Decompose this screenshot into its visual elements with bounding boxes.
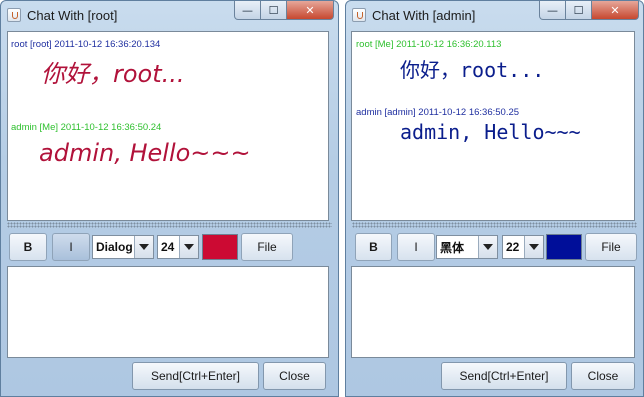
close-button[interactable]: Close [263,362,326,390]
maximize-icon: ☐ [268,3,279,17]
color-swatch-button[interactable] [546,234,582,260]
send-button[interactable]: Send[Ctrl+Enter] [132,362,259,390]
close-icon: ✕ [305,3,315,17]
message-text: admin, Hello~~~ [400,120,581,144]
minimize-button[interactable]: — [539,1,566,20]
message-input[interactable] [351,266,635,358]
chevron-down-icon [478,236,497,258]
minimize-icon: — [547,3,558,17]
window-controls: — ☐ ✕ [234,1,334,20]
window-title: Chat With [root] [27,8,118,23]
chat-window-admin: Chat With [admin] — ☐ ✕ root [Me] 2011-1… [345,0,644,397]
italic-button[interactable]: I [52,233,90,261]
maximize-button[interactable]: ☐ [566,1,592,20]
message-meta: admin [admin] 2011-10-12 16:36:50.25 [356,107,520,118]
message-text: 你好，root... [41,60,185,88]
font-size-value: 22 [506,240,520,254]
java-cup-icon [352,8,366,22]
close-window-button[interactable]: ✕ [287,1,334,20]
message-meta: admin [Me] 2011-10-12 16:36:50.24 [11,122,162,133]
message-text: admin, Hello~~~ [39,139,251,167]
message-meta: root [Me] 2011-10-12 16:36:20.113 [356,39,502,50]
chat-window-root: Chat With [root] — ☐ ✕ root [root] 2011-… [0,0,339,397]
send-button[interactable]: Send[Ctrl+Enter] [441,362,567,390]
format-toolbar: B I Dialog 24 File [7,230,332,265]
maximize-icon: ☐ [573,3,584,17]
minimize-button[interactable]: — [234,1,261,20]
chevron-down-icon [134,236,153,258]
message-meta: root [root] 2011-10-12 16:36:20.134 [11,39,161,50]
close-button[interactable]: Close [571,362,635,390]
window-title: Chat With [admin] [372,8,476,23]
font-family-value: Dialog [96,240,133,254]
close-window-button[interactable]: ✕ [592,1,639,20]
format-toolbar: B I 黑体 22 File [352,230,637,265]
italic-button[interactable]: I [397,233,435,261]
split-pane-divider[interactable] [352,222,637,228]
bold-button[interactable]: B [355,233,392,261]
chat-history[interactable]: root [root] 2011-10-12 16:36:20.134 你好，r… [7,31,329,221]
minimize-icon: — [242,3,253,17]
color-swatch-button[interactable] [202,234,238,260]
java-cup-icon [7,8,21,22]
font-family-select[interactable]: Dialog [92,235,154,259]
file-button[interactable]: File [585,233,637,261]
font-size-select[interactable]: 24 [157,235,199,259]
chevron-down-icon [524,236,543,258]
font-family-value: 黑体 [440,240,465,255]
font-size-select[interactable]: 22 [502,235,544,259]
window-controls: — ☐ ✕ [539,1,639,20]
font-size-value: 24 [161,240,175,254]
split-pane-divider[interactable] [7,222,332,228]
chevron-down-icon [179,236,198,258]
maximize-button[interactable]: ☐ [261,1,287,20]
font-family-select[interactable]: 黑体 [436,235,498,259]
close-icon: ✕ [610,3,620,17]
file-button[interactable]: File [241,233,293,261]
bold-button[interactable]: B [9,233,47,261]
message-input[interactable] [7,266,329,358]
chat-history[interactable]: root [Me] 2011-10-12 16:36:20.113 你好，roo… [351,31,635,221]
message-text: 你好，root... [400,58,545,82]
